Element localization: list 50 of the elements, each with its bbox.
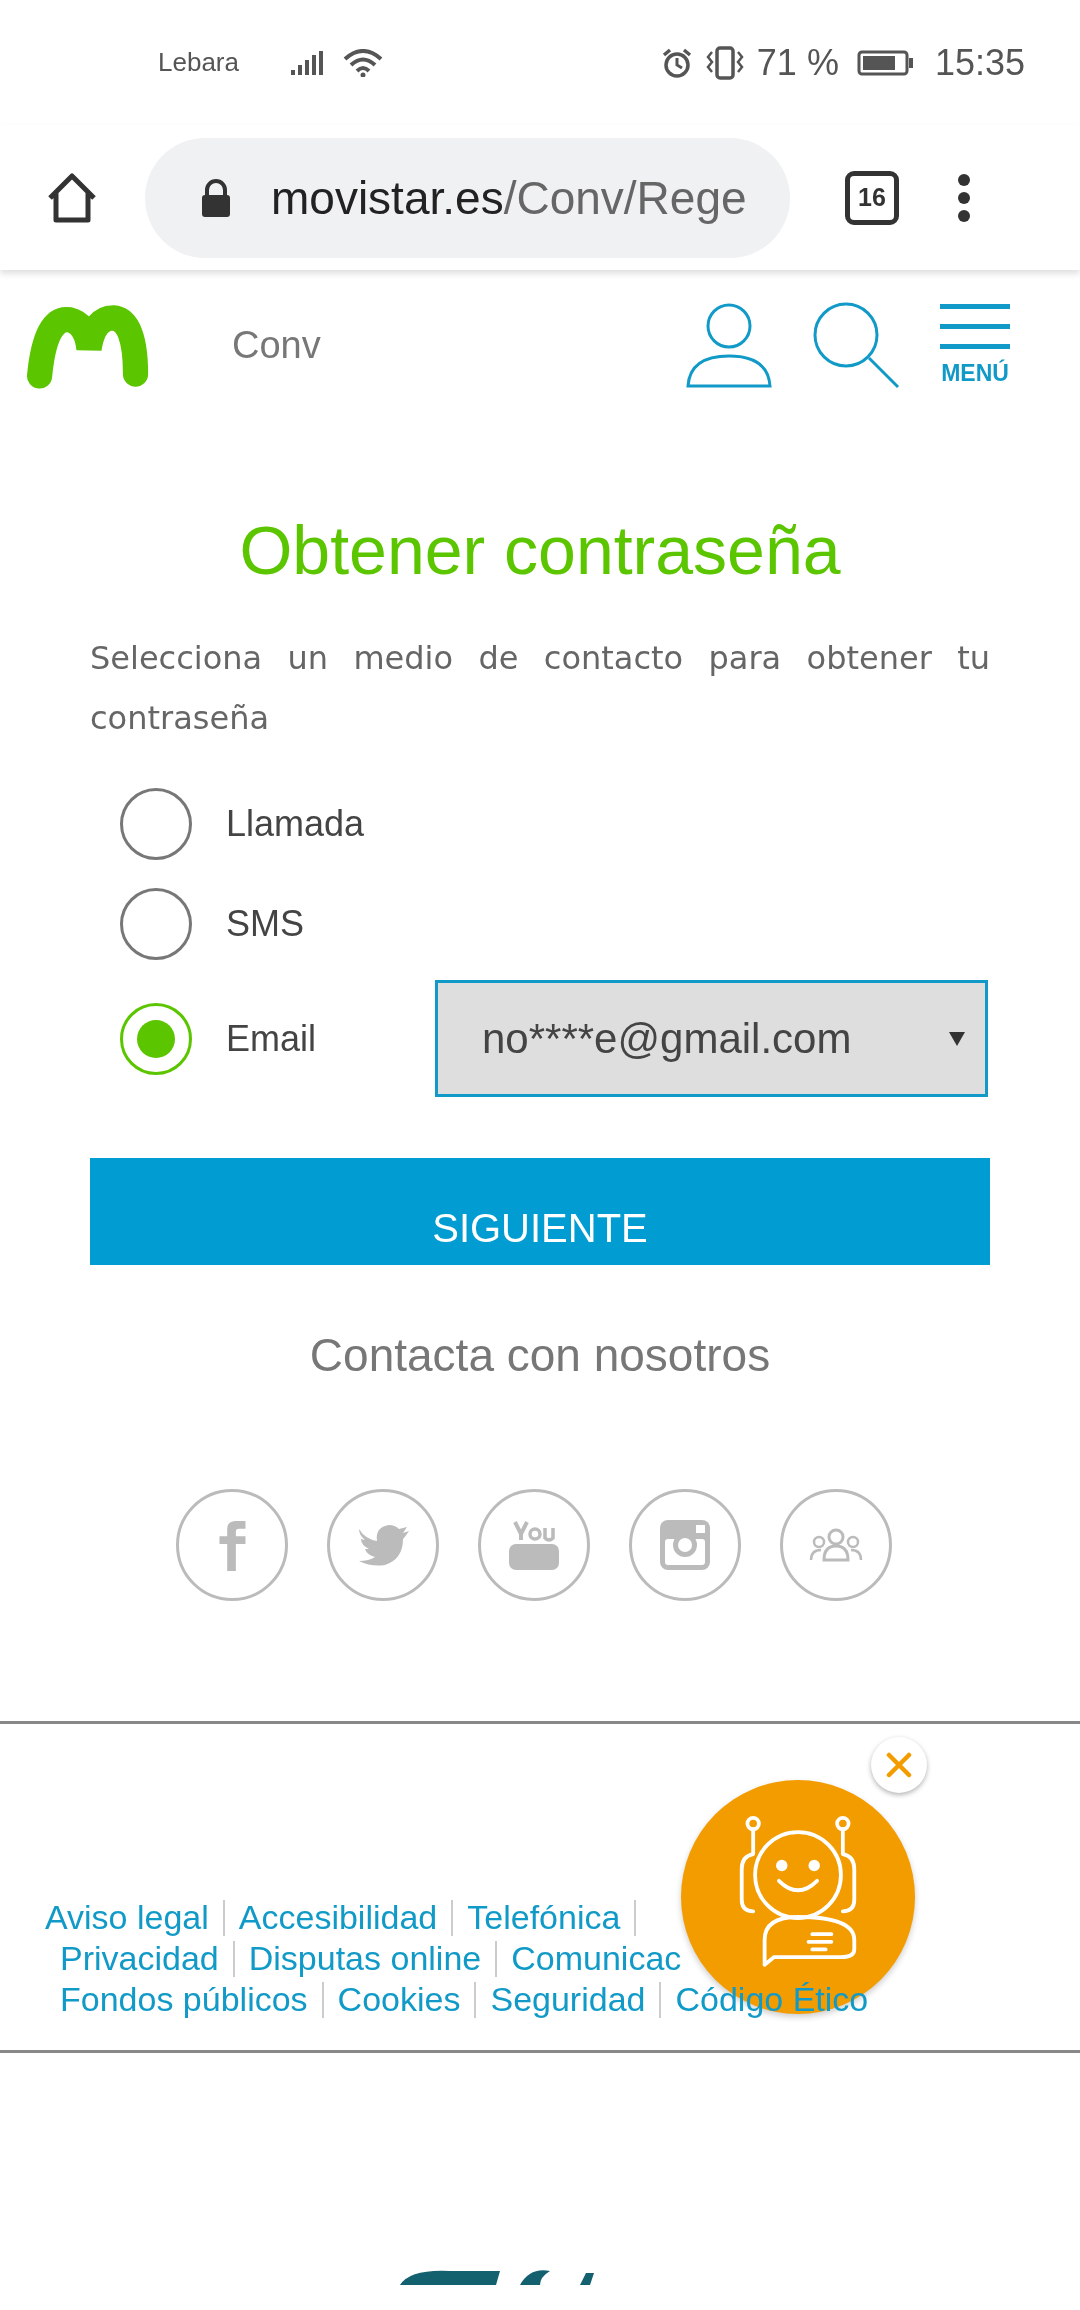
radio-button[interactable]: [120, 1002, 192, 1075]
option-label: Llamada: [226, 803, 365, 845]
footer-link[interactable]: Privacidad: [60, 1939, 219, 1978]
radio-button[interactable]: [120, 888, 192, 960]
radio-button[interactable]: [120, 788, 192, 860]
address-bar[interactable]: movistar.es/Conv/Rege: [145, 137, 790, 258]
battery-percent: 71 %: [756, 41, 839, 84]
footer-link[interactable]: Seguridad: [490, 1980, 646, 2019]
footer-link[interactable]: Cookies: [337, 1980, 461, 2019]
alarm-icon: [660, 46, 693, 79]
instagram-button[interactable]: [629, 1489, 741, 1601]
menu-icon: [940, 303, 1010, 350]
email-dropdown[interactable]: no****e@gmail.com: [435, 980, 988, 1097]
more-options-icon[interactable]: [957, 172, 971, 223]
description-text: Selecciona un medio de contacto para obtener tu contraseña: [90, 638, 990, 739]
close-icon: [886, 1752, 912, 1778]
close-button[interactable]: [871, 1737, 927, 1793]
footer-link[interactable]: Telefónica: [467, 1898, 621, 1937]
camera-icon: [659, 1519, 711, 1571]
page-title: Obtener contraseña: [238, 511, 842, 590]
community-button[interactable]: [780, 1489, 892, 1601]
option-label: SMS: [226, 903, 304, 945]
vibrate-icon: [704, 45, 745, 80]
carrier-name: Lebara: [158, 47, 239, 78]
lock-icon: [199, 177, 233, 218]
contact-heading: Contacta con nosotros: [308, 1328, 772, 1383]
facebook-button[interactable]: [176, 1489, 288, 1601]
bird-icon: [357, 1523, 409, 1567]
menu-button[interactable]: MENÚ: [940, 303, 1010, 387]
caret-icon: [949, 1031, 965, 1046]
url-text: movistar.es/Conv/Rege: [271, 170, 747, 225]
section-title: Conv: [232, 323, 321, 367]
footer-link[interactable]: Disputas online: [248, 1939, 482, 1978]
next-button[interactable]: SIGUIENTE: [90, 1158, 990, 1265]
video-play-icon: [507, 1518, 561, 1572]
footer-link[interactable]: Fondos públicos: [60, 1980, 308, 2019]
option-label: Email: [226, 1017, 317, 1060]
footer-link[interactable]: Accesibilidad: [238, 1898, 438, 1937]
search-icon[interactable]: [812, 301, 900, 389]
wifi-icon: [342, 48, 383, 77]
battery-icon: [856, 49, 915, 76]
footer-link[interactable]: Comunicac: [511, 1939, 682, 1978]
user-icon[interactable]: [686, 302, 772, 388]
youtube-button[interactable]: [478, 1489, 590, 1601]
people-icon: [809, 1528, 863, 1562]
clock-time: 15:35: [934, 41, 1025, 84]
facebook-icon: [217, 1519, 247, 1571]
footer-link[interactable]: Aviso legal: [45, 1898, 209, 1937]
twitter-button[interactable]: [327, 1489, 439, 1601]
tab-switcher-button[interactable]: 16: [845, 170, 899, 225]
